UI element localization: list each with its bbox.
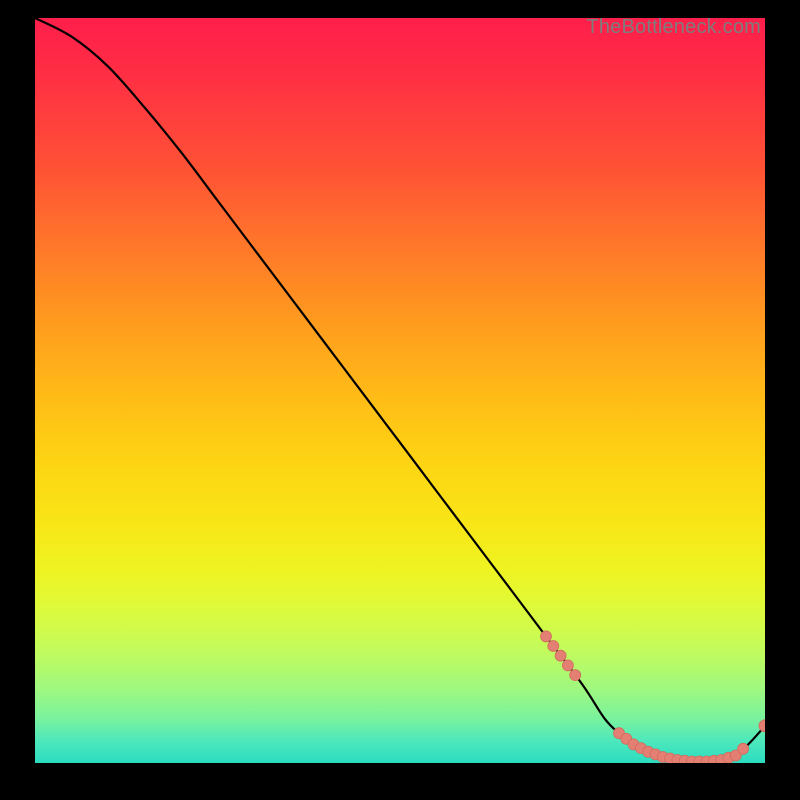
data-marker: [738, 743, 749, 754]
data-marker: [555, 650, 566, 661]
data-marker: [562, 660, 573, 671]
marker-group: [541, 631, 766, 763]
chart-svg: [35, 18, 765, 763]
chart-canvas: TheBottleneck.com: [0, 0, 800, 800]
curve-path: [35, 18, 765, 762]
plot-area: TheBottleneck.com: [35, 18, 765, 763]
data-marker: [541, 631, 552, 642]
data-marker: [548, 641, 559, 652]
data-marker: [570, 670, 581, 681]
